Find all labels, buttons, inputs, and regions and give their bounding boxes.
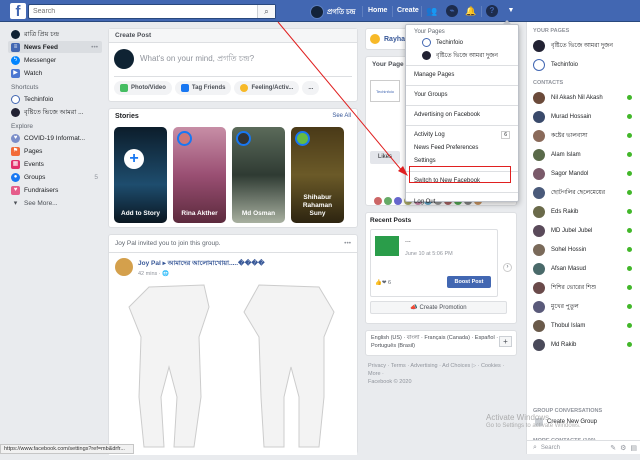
annotation-arrow [277, 21, 408, 176]
activate-windows-watermark: Activate Windows Go to Settings to activ… [486, 413, 581, 431]
activate-title: Activate Windows [486, 413, 550, 422]
status-bar-url: https://www.facebook.com/settings?ref=mb… [0, 444, 134, 454]
activate-subtitle: Go to Settings to activate Windows. [486, 423, 581, 429]
